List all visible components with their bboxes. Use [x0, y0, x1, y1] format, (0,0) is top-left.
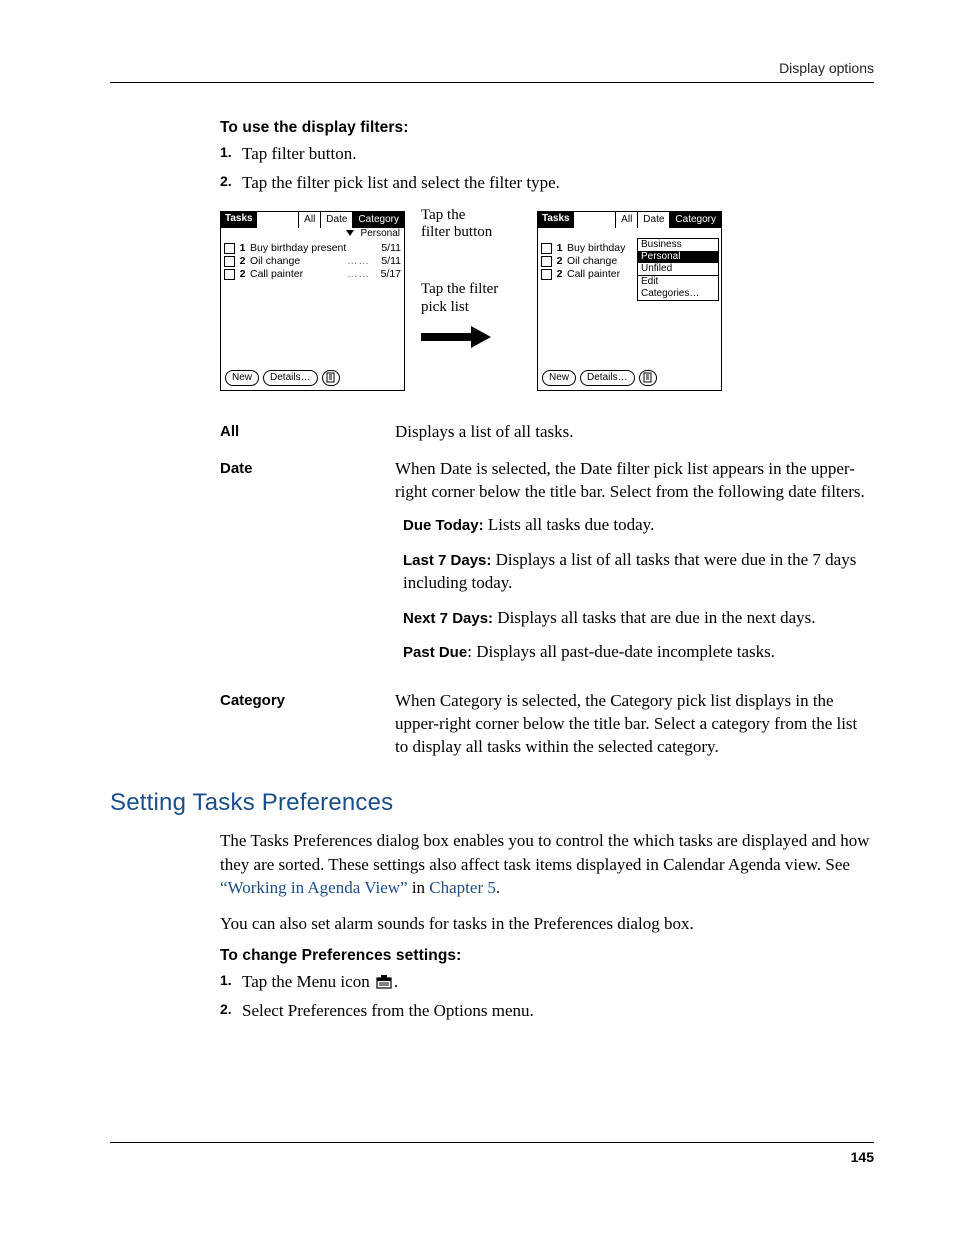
step-text: .: [394, 972, 398, 991]
category-option-edit[interactable]: Edit Categories…: [638, 275, 718, 300]
step-2: Select Preferences from the Options menu…: [220, 1000, 874, 1023]
link-agenda-view[interactable]: “Working in Agenda View”: [220, 878, 408, 897]
page-number: 145: [110, 1142, 874, 1165]
step-text: Tap the Menu icon: [242, 972, 374, 991]
sub-term: Past Due: [403, 644, 467, 661]
dots: ……: [347, 268, 370, 281]
def-term-all: All: [220, 421, 395, 444]
def-term-date: Date: [220, 458, 395, 677]
instruction-heading-1: To use the display filters:: [220, 119, 874, 137]
task-name: Call painter: [567, 268, 627, 281]
sub-desc: Lists all tasks due today.: [484, 515, 655, 534]
task-row[interactable]: 2 Oil change …… 5/11: [224, 255, 401, 268]
def-term-category: Category: [220, 690, 395, 759]
category-option[interactable]: Business: [638, 239, 718, 251]
sub-term: Last 7 Days:: [403, 552, 491, 569]
task-priority: 2: [555, 255, 564, 268]
sub-term: Due Today:: [403, 517, 484, 534]
filter-value[interactable]: Personal: [361, 228, 400, 239]
category-picklist[interactable]: Business Personal Unfiled Edit Categorie…: [637, 238, 719, 301]
details-button[interactable]: Details…: [263, 370, 318, 386]
task-due: 5/11: [373, 242, 401, 255]
body-text: .: [496, 878, 500, 897]
filter-definitions: All Displays a list of all tasks. Date W…: [220, 421, 874, 759]
checkbox-icon[interactable]: [541, 269, 552, 280]
body-paragraph-2: You can also set alarm sounds for tasks …: [220, 912, 874, 935]
step-1: Tap filter button.: [220, 143, 874, 166]
tab-all[interactable]: All: [615, 212, 637, 228]
task-name: Oil change: [567, 255, 627, 268]
task-due: 5/17: [373, 268, 401, 281]
category-option-selected[interactable]: Personal: [638, 251, 718, 263]
tab-category[interactable]: Category: [352, 212, 404, 228]
section-heading: Setting Tasks Preferences: [110, 789, 874, 817]
task-priority: 2: [238, 268, 247, 281]
arrow-right-icon: [421, 326, 521, 348]
callout-text: Tap the filter: [421, 281, 498, 297]
step-1: Tap the Menu icon .: [220, 971, 874, 994]
callout-text: Tap the: [421, 207, 465, 223]
app-title: Tasks: [538, 212, 574, 228]
tab-date[interactable]: Date: [320, 212, 352, 228]
checkbox-icon[interactable]: [224, 256, 235, 267]
body-paragraph-1: The Tasks Preferences dialog box enables…: [220, 829, 874, 899]
instruction-heading-2: To change Preferences settings:: [220, 947, 874, 965]
task-name: Oil change: [250, 255, 344, 268]
menu-icon: [376, 975, 392, 989]
palm-screenshot-right: Tasks All Date Category Business Persona…: [537, 211, 722, 391]
def-desc-date-text: When Date is selected, the Date filter p…: [395, 459, 865, 501]
task-name: Buy birthday p: [567, 242, 627, 255]
task-name: Buy birthday present: [250, 242, 370, 255]
palm-screenshot-left: Tasks All Date Category Personal 1 Buy b…: [220, 211, 405, 391]
checkbox-icon[interactable]: [541, 243, 552, 254]
checkbox-icon[interactable]: [224, 243, 235, 254]
def-desc-all: Displays a list of all tasks.: [395, 421, 874, 444]
link-chapter-5[interactable]: Chapter 5: [429, 878, 496, 897]
figure-display-filters: Tasks All Date Category Personal 1 Buy b…: [220, 211, 874, 391]
steps-list-2: Tap the Menu icon . Select Preferences f…: [220, 971, 874, 1023]
sub-desc: Displays all tasks that are due in the n…: [493, 608, 815, 627]
task-row[interactable]: 1 Buy birthday present 5/11: [224, 242, 401, 255]
task-due: 5/11: [373, 255, 401, 268]
tab-date[interactable]: Date: [637, 212, 669, 228]
callout-text: filter button: [421, 224, 492, 240]
body-text: in: [408, 878, 430, 897]
steps-list-1: Tap filter button. Tap the filter pick l…: [220, 143, 874, 195]
sub-colon: :: [467, 642, 476, 661]
sub-term: Next 7 Days:: [403, 610, 493, 627]
tab-all[interactable]: All: [298, 212, 320, 228]
note-icon[interactable]: [639, 370, 657, 386]
task-name: Call painter: [250, 268, 344, 281]
step-2: Tap the filter pick list and select the …: [220, 172, 874, 195]
callout-text: pick list: [421, 299, 469, 315]
def-desc-category: When Category is selected, the Category …: [395, 690, 874, 759]
def-desc-date: When Date is selected, the Date filter p…: [395, 458, 874, 677]
figure-callouts: Tap the filter button Tap the filter pic…: [421, 211, 521, 348]
running-header: Display options: [110, 60, 874, 83]
sub-desc: Displays all past-due-date incomplete ta…: [476, 642, 775, 661]
dots: ……: [347, 255, 370, 268]
checkbox-icon[interactable]: [541, 256, 552, 267]
category-option[interactable]: Unfiled: [638, 263, 718, 275]
body-text: The Tasks Preferences dialog box enables…: [220, 831, 870, 873]
new-button[interactable]: New: [225, 370, 259, 386]
task-priority: 2: [238, 255, 247, 268]
dropdown-arrow-icon[interactable]: [346, 230, 354, 236]
new-button[interactable]: New: [542, 370, 576, 386]
tab-category[interactable]: Category: [669, 212, 721, 228]
checkbox-icon[interactable]: [224, 269, 235, 280]
task-priority: 1: [238, 242, 247, 255]
note-icon[interactable]: [322, 370, 340, 386]
task-row[interactable]: 2 Call painter …… 5/17: [224, 268, 401, 281]
app-title: Tasks: [221, 212, 257, 228]
task-priority: 2: [555, 268, 564, 281]
details-button[interactable]: Details…: [580, 370, 635, 386]
task-priority: 1: [555, 242, 564, 255]
